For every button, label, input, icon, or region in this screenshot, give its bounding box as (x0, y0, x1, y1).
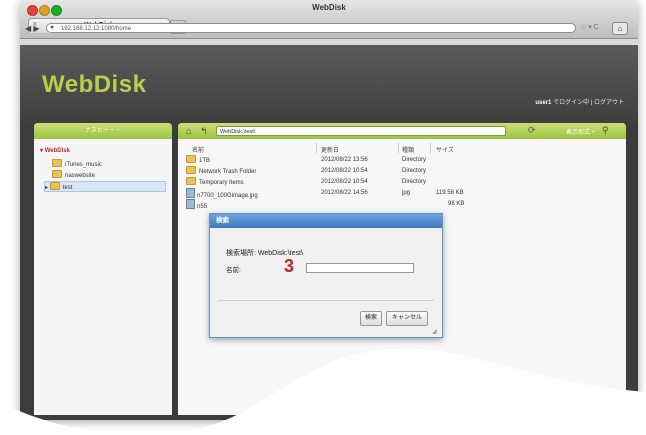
decorative-wave (0, 348, 646, 435)
